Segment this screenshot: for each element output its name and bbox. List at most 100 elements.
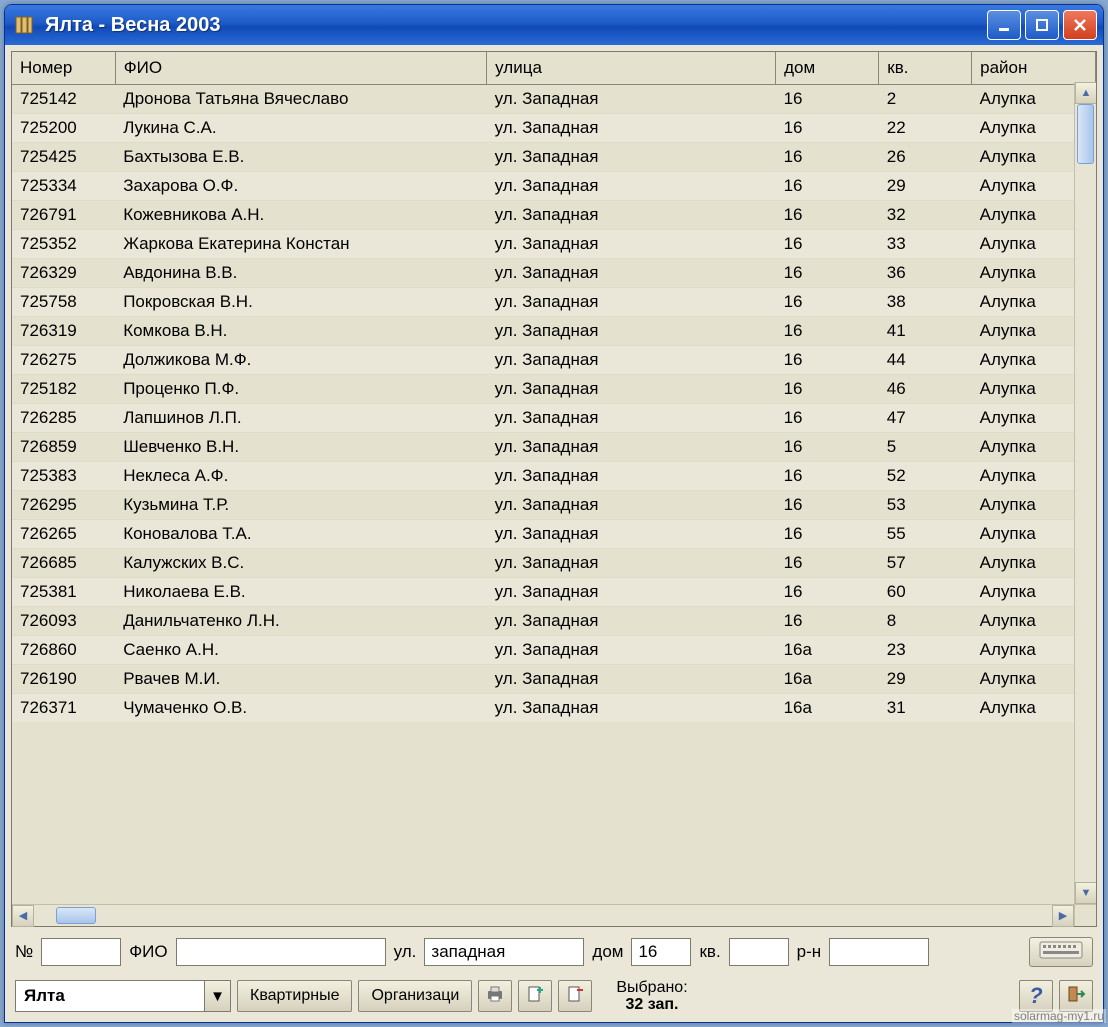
vscroll-thumb[interactable] [1077,104,1094,164]
scroll-right-button[interactable]: ▶ [1052,905,1074,927]
table-row[interactable]: 725182Проценко П.Ф.ул. Западная1646Алупк… [12,375,1096,404]
filter-street-label: ул. [394,942,417,962]
keyboard-button[interactable] [1029,937,1093,967]
keyboard-icon [1039,941,1083,963]
cell-house: 16 [776,85,879,114]
cell-fio: Данильчатенко Л.Н. [115,607,486,636]
cell-apt: 33 [879,230,972,259]
table-row[interactable]: 726319Комкова В.Н.ул. Западная1641Алупка [12,317,1096,346]
table-row[interactable]: 726859Шевченко В.Н.ул. Западная165Алупка [12,433,1096,462]
city-combo[interactable]: ▼ [15,980,231,1012]
filter-district-input[interactable] [829,938,929,966]
table-row[interactable]: 726190Рвачев М.И.ул. Западная16а29Алупка [12,665,1096,694]
city-combo-input[interactable] [15,980,205,1012]
remove-icon-button[interactable] [558,980,592,1012]
cell-apt: 60 [879,578,972,607]
hscroll-thumb[interactable] [56,907,96,924]
table-row[interactable]: 726685Калужских В.С.ул. Западная1657Алуп… [12,549,1096,578]
table-row[interactable]: 725383Неклеса А.Ф.ул. Западная1652Алупка [12,462,1096,491]
cell-num: 726093 [12,607,115,636]
vertical-scrollbar[interactable]: ▲ ▼ [1074,82,1096,904]
cell-street: ул. Западная [487,404,776,433]
table-row[interactable]: 726093Данильчатенко Л.Н.ул. Западная168А… [12,607,1096,636]
scroll-left-button[interactable]: ◀ [12,905,34,927]
cell-street: ул. Западная [487,520,776,549]
filter-num-label: № [15,942,33,962]
cell-street: ул. Западная [487,317,776,346]
cell-house: 16 [776,607,879,636]
table-row[interactable]: 726791Кожевникова А.Н.ул. Западная1632Ал… [12,201,1096,230]
cell-num: 725381 [12,578,115,607]
help-button[interactable]: ? [1019,980,1053,1012]
filter-apt-input[interactable] [729,938,789,966]
document-minus-icon [565,984,585,1008]
add-icon-button[interactable] [518,980,552,1012]
table-row[interactable]: 725758Покровская В.Н.ул. Западная1638Алу… [12,288,1096,317]
cell-apt: 23 [879,636,972,665]
организаци-button[interactable]: Организаци [358,980,472,1012]
cell-house: 16а [776,694,879,723]
квартирные-button[interactable]: Квартирные [237,980,352,1012]
table-row[interactable]: 726285Лапшинов Л.П.ул. Западная1647Алупк… [12,404,1096,433]
cell-num: 725758 [12,288,115,317]
cell-street: ул. Западная [487,433,776,462]
filter-bar: № ФИО ул. дом кв. р-н [11,927,1097,975]
filter-fio-label: ФИО [129,942,167,962]
table-row[interactable]: 726860Саенко А.Н.ул. Западная16а23Алупка [12,636,1096,665]
cell-house: 16 [776,520,879,549]
cell-street: ул. Западная [487,346,776,375]
table-row[interactable]: 726275Должикова М.Ф.ул. Западная1644Алуп… [12,346,1096,375]
table-row[interactable]: 725381Николаева Е.В.ул. Западная1660Алуп… [12,578,1096,607]
print-icon-button[interactable] [478,980,512,1012]
cell-apt: 46 [879,375,972,404]
filter-fio-input[interactable] [176,938,386,966]
close-button[interactable] [1063,10,1097,40]
cell-num: 725142 [12,85,115,114]
city-combo-dropdown-button[interactable]: ▼ [205,980,231,1012]
cell-apt: 5 [879,433,972,462]
table-row[interactable]: 726265Коновалова Т.А.ул. Западная1655Алу… [12,520,1096,549]
scroll-down-button[interactable]: ▼ [1075,882,1096,904]
cell-apt: 47 [879,404,972,433]
table-row[interactable]: 725142Дронова Татьяна Вячеславоул. Запад… [12,85,1096,114]
col-header-1[interactable]: ФИО [115,52,486,85]
table-row[interactable]: 726295Кузьмина Т.Р.ул. Западная1653Алупк… [12,491,1096,520]
minimize-button[interactable] [987,10,1021,40]
cell-house: 16 [776,375,879,404]
app-window: Ялта - Весна 2003 НомерФИОулицадомкв.рай… [4,4,1104,1023]
filter-num-input[interactable] [41,938,121,966]
cell-house: 16 [776,143,879,172]
cell-street: ул. Западная [487,288,776,317]
cell-fio: Саенко А.Н. [115,636,486,665]
table-row[interactable]: 726329Авдонина В.В.ул. Западная1636Алупк… [12,259,1096,288]
cell-apt: 36 [879,259,972,288]
table-row[interactable]: 725352Жаркова Екатерина Констанул. Запад… [12,230,1096,259]
cell-num: 726859 [12,433,115,462]
cell-num: 725425 [12,143,115,172]
table-row[interactable]: 726371Чумаченко О.В.ул. Западная16а31Алу… [12,694,1096,723]
cell-num: 726685 [12,549,115,578]
col-header-2[interactable]: улица [487,52,776,85]
cell-apt: 57 [879,549,972,578]
window-title: Ялта - Весна 2003 [45,14,987,37]
filter-house-input[interactable] [631,938,691,966]
maximize-button[interactable] [1025,10,1059,40]
col-header-5[interactable]: район [972,52,1096,85]
exit-button[interactable] [1059,980,1093,1012]
cell-num: 725352 [12,230,115,259]
cell-num: 726190 [12,665,115,694]
cell-apt: 55 [879,520,972,549]
table-row[interactable]: 725425Бахтызова Е.В.ул. Западная1626Алуп… [12,143,1096,172]
titlebar[interactable]: Ялта - Весна 2003 [5,5,1103,45]
table-row[interactable]: 725334Захарова О.Ф.ул. Западная1629Алупк… [12,172,1096,201]
col-header-0[interactable]: Номер [12,52,115,85]
filter-street-input[interactable] [424,938,584,966]
scroll-up-button[interactable]: ▲ [1075,82,1096,104]
horizontal-scrollbar[interactable]: ◀ ▶ [12,904,1096,926]
chevron-down-icon: ▼ [210,988,225,1005]
cell-fio: Жаркова Екатерина Констан [115,230,486,259]
col-header-4[interactable]: кв. [879,52,972,85]
table-row[interactable]: 725200Лукина С.А.ул. Западная1622Алупка [12,114,1096,143]
col-header-3[interactable]: дом [776,52,879,85]
cell-fio: Должикова М.Ф. [115,346,486,375]
